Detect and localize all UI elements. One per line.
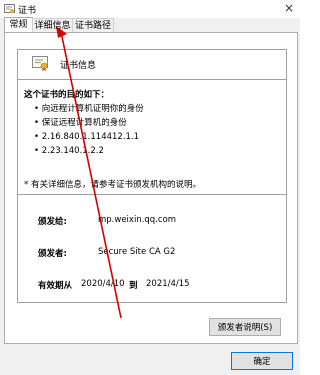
dialog-body: 常规 详细信息 证书路径 证书信息 这个证书的目的如下： • 向远程计算机证明你… — [0, 17, 300, 375]
title-bar: 证书 × — [0, 0, 300, 18]
tab-details[interactable]: 详细信息 — [32, 18, 73, 33]
divider — [18, 194, 286, 195]
purpose-item: • 2.16.840.1.114412.1.1 — [34, 132, 140, 142]
purpose-item: • 2.23.140.1.2.2 — [34, 146, 104, 156]
certificate-info-heading: 证书信息 — [60, 61, 97, 71]
issued-by-value: Secure Site CA G2 — [98, 247, 176, 257]
issuer-statement-button[interactable]: 颁发者说明(S) — [209, 318, 281, 336]
issued-to-label: 颁发给: — [38, 217, 67, 227]
ok-button[interactable]: 确定 — [231, 352, 293, 370]
certificate-icon — [32, 56, 48, 71]
valid-to-word: 到 — [129, 281, 138, 291]
certificate-info-box: 证书信息 这个证书的目的如下： • 向远程计算机证明你的身份 • 保证远程计算机… — [17, 49, 287, 303]
close-button[interactable]: × — [284, 1, 294, 15]
valid-from-label: 有效期从 — [38, 281, 73, 291]
tab-certification-path[interactable]: 证书路径 — [72, 18, 114, 33]
issued-by-label: 颁发者: — [38, 249, 67, 259]
valid-to-value: 2021/4/15 — [146, 279, 190, 289]
window-title: 证书 — [18, 6, 37, 16]
divider — [18, 79, 286, 80]
certificate-icon — [4, 4, 15, 13]
issued-to-value: mp.weixin.qq.com — [98, 215, 177, 225]
tab-panel-general: 证书信息 这个证书的目的如下： • 向远程计算机证明你的身份 • 保证远程计算机… — [4, 32, 298, 344]
purpose-item: • 向远程计算机证明你的身份 — [34, 104, 144, 114]
purpose-list: • 向远程计算机证明你的身份 • 保证远程计算机的身份 • 2.16.840.1… — [34, 102, 144, 158]
valid-from-value: 2020/4/10 — [81, 279, 125, 289]
details-note: * 有关详细信息，请参考证书颁发机构的说明。 — [24, 180, 201, 190]
purpose-heading: 这个证书的目的如下： — [24, 90, 110, 100]
purpose-item: • 保证远程计算机的身份 — [34, 118, 127, 128]
